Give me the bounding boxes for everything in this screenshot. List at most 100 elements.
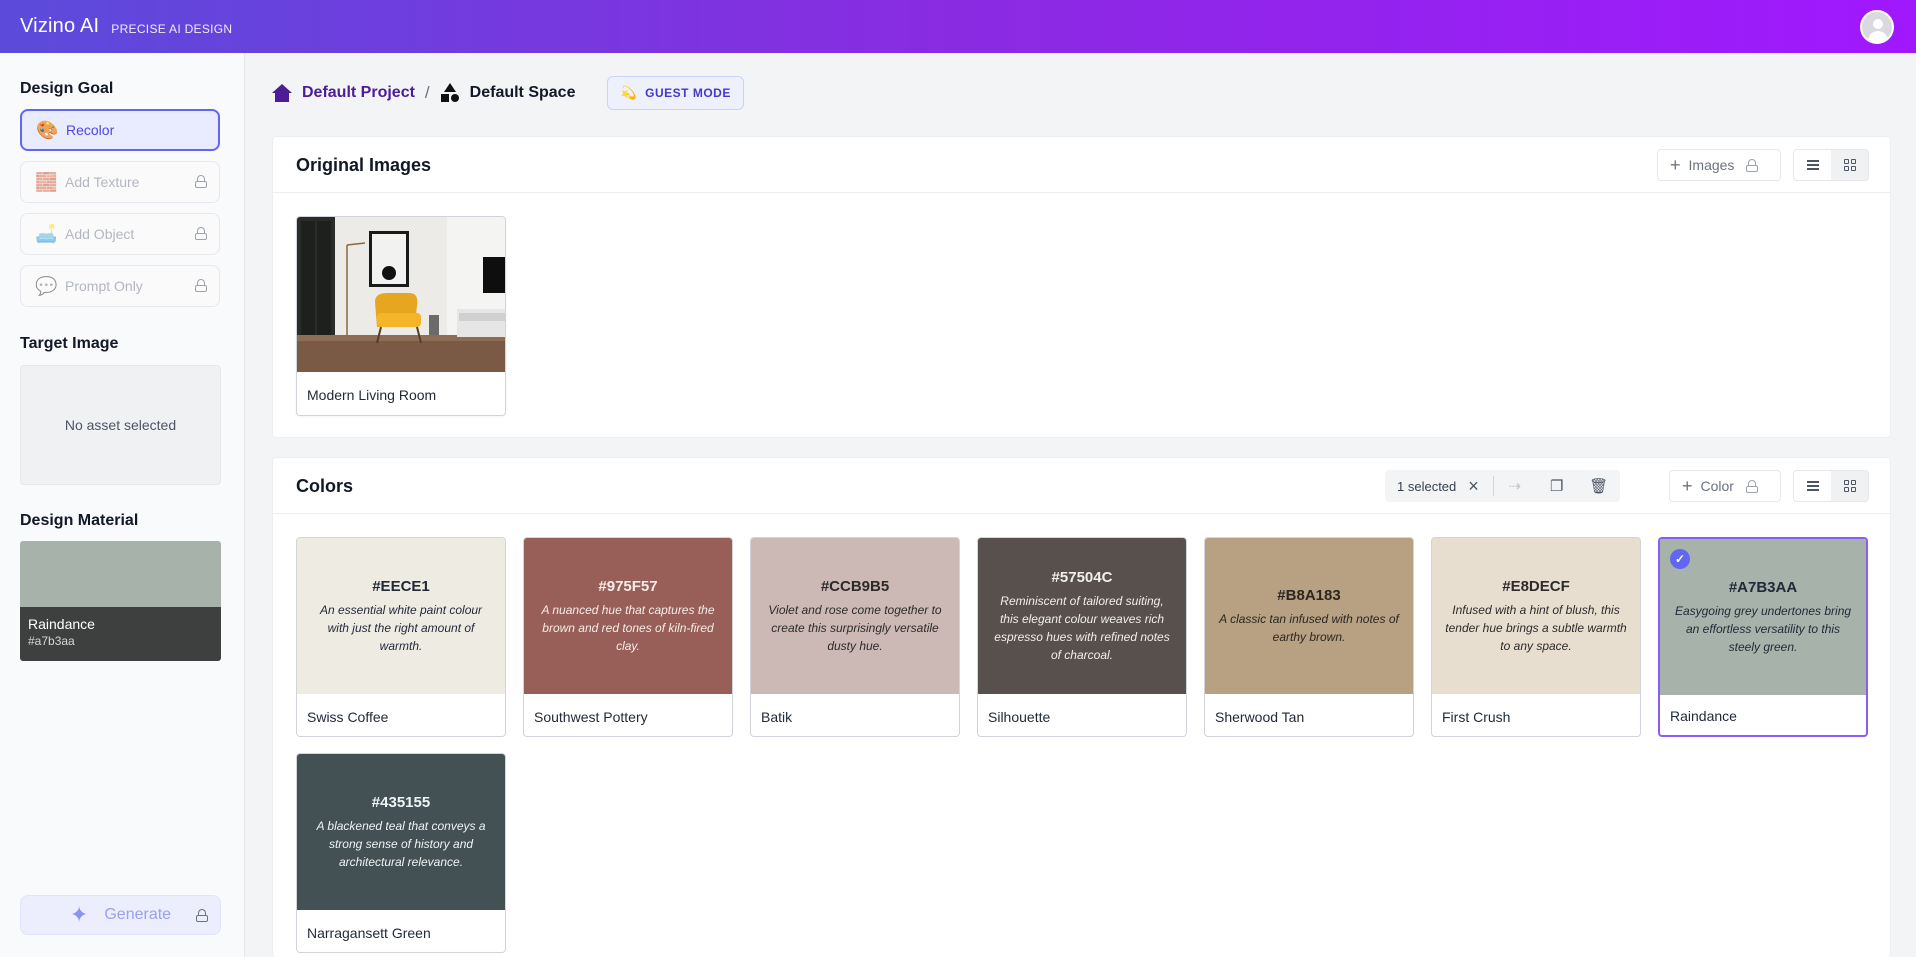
shapes-icon <box>440 83 460 103</box>
guest-mode-label: GUEST MODE <box>645 86 731 100</box>
room-photo-illustration <box>297 217 505 372</box>
color-swatch: #B8A183 A classic tan infused with notes… <box>1205 538 1413 694</box>
trash-icon[interactable]: 🗑 <box>1578 470 1620 502</box>
color-description: Reminiscent of tailored suiting, this el… <box>994 593 1170 662</box>
color-swatch: #975F57 A nuanced hue that captures the … <box>524 538 732 694</box>
color-description: A blackened teal that conveys a strong s… <box>316 818 486 869</box>
colors-title: Colors <box>296 476 354 496</box>
color-swatch: #E8DECF Infused with a hint of blush, th… <box>1432 538 1640 694</box>
selection-toolbar: 1 selected × ⇢ ❐ 🗑 <box>1385 470 1620 502</box>
merge-icon[interactable]: ⇢ <box>1494 470 1536 502</box>
list-view-button[interactable] <box>1794 150 1831 180</box>
plus-icon: + <box>1682 475 1693 496</box>
goal-add-texture-button[interactable]: 🧱 Add Texture <box>20 161 220 203</box>
list-view-icon <box>1806 481 1819 491</box>
close-icon[interactable]: × <box>1468 476 1493 497</box>
color-name: Swiss Coffee <box>307 709 389 725</box>
add-images-label: Images <box>1688 157 1735 173</box>
color-hex: #B8A183 <box>1277 586 1341 604</box>
view-toggle <box>1793 470 1869 502</box>
grid-view-icon <box>1843 480 1856 492</box>
color-hex: #A7B3AA <box>1728 578 1798 596</box>
grid-view-button[interactable] <box>1831 150 1868 180</box>
color-description: Infused with a hint of blush, this tende… <box>1445 602 1627 653</box>
lock-icon <box>195 175 207 188</box>
color-swatch: #EECE1 An essential white paint colour w… <box>297 538 505 694</box>
colors-header: Colors 1 selected × ⇢ ❐ 🗑 + Color <box>273 458 1890 514</box>
color-name: Sherwood Tan <box>1215 709 1305 725</box>
goal-label: Add Texture <box>65 174 140 190</box>
lock-icon <box>196 909 208 922</box>
goal-recolor-button[interactable]: 🎨 Recolor <box>20 109 220 151</box>
plus-icon: + <box>1670 154 1681 175</box>
material-swatch <box>20 541 221 607</box>
breadcrumb-project[interactable]: Default Project <box>302 84 415 102</box>
design-material-heading: Design Material <box>20 512 139 529</box>
color-name: Batik <box>761 709 793 725</box>
color-card[interactable]: #57504C Reminiscent of tailored suiting,… <box>977 537 1187 737</box>
brand-name[interactable]: Vizino AI <box>20 15 99 38</box>
list-view-button[interactable] <box>1794 471 1831 501</box>
design-material-card[interactable]: Raindance #a7b3aa <box>20 541 221 661</box>
guest-mode-badge[interactable]: 💫 GUEST MODE <box>607 76 744 110</box>
color-hex: #EECE1 <box>372 577 430 595</box>
design-goal-heading: Design Goal <box>20 80 114 97</box>
copy-icon[interactable]: ❐ <box>1536 470 1578 502</box>
color-card[interactable]: #B8A183 A classic tan infused with notes… <box>1204 537 1414 737</box>
sparkle-icon: ✦ <box>69 902 89 927</box>
check-icon[interactable]: ✓ <box>1670 549 1690 569</box>
color-hex: #57504C <box>1051 568 1113 586</box>
speech-bubble-icon: 💬 <box>35 275 58 296</box>
lock-icon <box>195 279 207 292</box>
grid-view-button[interactable] <box>1831 471 1868 501</box>
view-toggle <box>1793 149 1869 181</box>
material-hex: #a7b3aa <box>28 634 75 648</box>
color-description: An essential white paint colour with jus… <box>319 602 483 653</box>
image-card[interactable]: Modern Living Room <box>296 216 506 416</box>
color-card[interactable]: #EECE1 An essential white paint colour w… <box>296 537 506 737</box>
selected-count: 1 selected <box>1397 478 1457 494</box>
list-view-icon <box>1806 160 1819 170</box>
color-description: A nuanced hue that captures the brown an… <box>541 602 715 653</box>
color-name: Narragansett Green <box>307 925 431 941</box>
color-swatch: #57504C Reminiscent of tailored suiting,… <box>978 538 1186 694</box>
original-images-title: Original Images <box>296 155 432 175</box>
target-image-empty-text: No asset selected <box>64 417 177 433</box>
material-name: Raindance <box>28 616 95 632</box>
comet-icon: 💫 <box>620 85 638 100</box>
brand-tagline: PRECISE AI DESIGN <box>111 21 233 36</box>
color-name: Silhouette <box>988 709 1051 725</box>
room-photo <box>297 217 505 372</box>
color-description: Violet and rose come together to create … <box>768 602 942 653</box>
target-image-heading: Target Image <box>20 335 119 352</box>
couch-icon: 🛋️ <box>35 223 58 244</box>
original-images-panel: Original Images + Images Modern Living R… <box>272 136 1891 438</box>
color-card[interactable]: #975F57 A nuanced hue that captures the … <box>523 537 733 737</box>
color-description: A classic tan infused with notes of eart… <box>1219 611 1399 644</box>
color-card[interactable]: #435155 A blackened teal that conveys a … <box>296 753 506 953</box>
add-images-button[interactable]: + Images <box>1657 149 1781 181</box>
color-name: First Crush <box>1442 709 1511 725</box>
lock-icon <box>1746 158 1759 172</box>
grid-view-icon <box>1843 159 1856 171</box>
goal-add-object-button[interactable]: 🛋️ Add Object <box>20 213 220 255</box>
goal-prompt-only-button[interactable]: 💬 Prompt Only <box>20 265 220 307</box>
breadcrumb-separator: / <box>424 83 430 102</box>
color-card[interactable]: #A7B3AA Easygoing grey undertones bring … <box>1658 537 1868 737</box>
sidebar: Design Goal 🎨 Recolor 🧱 Add Texture 🛋️ A… <box>0 53 245 957</box>
color-swatch: #435155 A blackened teal that conveys a … <box>297 754 505 910</box>
user-avatar-icon[interactable] <box>1860 10 1894 44</box>
add-color-label: Color <box>1700 478 1734 494</box>
target-image-dropzone[interactable]: No asset selected <box>20 365 221 485</box>
top-bar: Vizino AI PRECISE AI DESIGN <box>0 0 1916 53</box>
color-card[interactable]: #CCB9B5 Violet and rose come together to… <box>750 537 960 737</box>
breadcrumb-space[interactable]: Default Space <box>470 84 576 102</box>
generate-button[interactable]: ✦ Generate <box>20 895 221 935</box>
color-name: Southwest Pottery <box>534 709 648 725</box>
color-card[interactable]: #E8DECF Infused with a hint of blush, th… <box>1431 537 1641 737</box>
color-hex: #435155 <box>371 793 431 811</box>
lock-icon <box>1745 479 1758 493</box>
add-color-button[interactable]: + Color <box>1669 470 1781 502</box>
color-hex: #975F57 <box>598 577 658 595</box>
breadcrumb: Default Project / Default Space 💫 GUEST … <box>272 76 744 110</box>
